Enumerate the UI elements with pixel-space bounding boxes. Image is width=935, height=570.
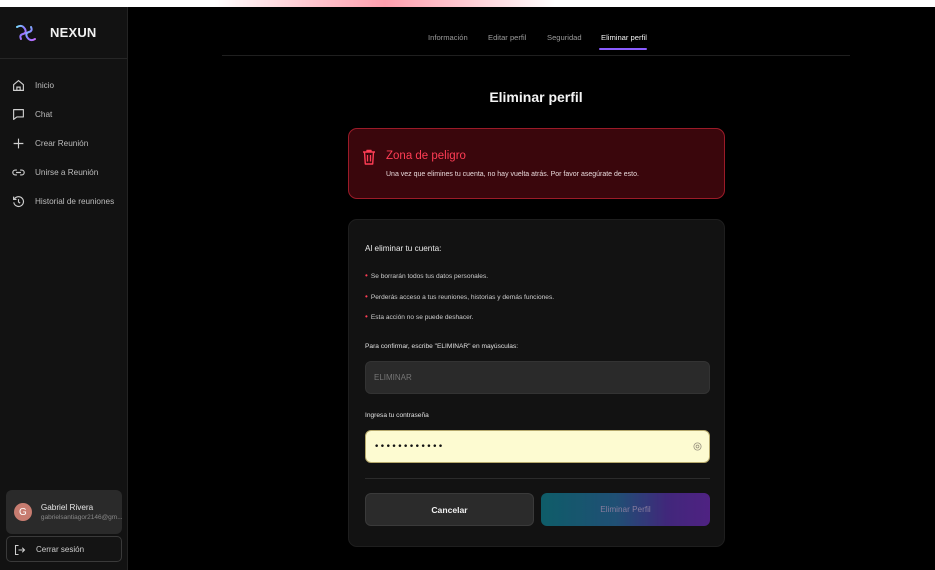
user-email: gabrielsantiagor2146@gm... (40, 514, 122, 521)
bullet-dot-icon: • (365, 271, 368, 280)
delete-profile-button[interactable]: Eliminar Perfil (541, 493, 710, 526)
list-item: • Perderás acceso a tus reuniones, histor… (365, 292, 554, 301)
sidebar-item-label: Chat (35, 110, 53, 119)
consequences-heading: Al eliminar tu cuenta: (365, 244, 442, 253)
user-info: Gabriel Rivera gabrielsantiagor2146@gm..… (41, 503, 122, 521)
tab-editar-perfil[interactable]: Editar perfil (488, 33, 526, 42)
password-input[interactable]: •••••••••••• (365, 430, 710, 463)
user-name: Gabriel Rivera (40, 503, 94, 512)
sidebar-item-unirse-reunion[interactable]: Unirse a Reunión (0, 158, 127, 187)
logout-icon (14, 543, 26, 556)
sidebar-item-crear-reunion[interactable]: Crear Reunión (0, 129, 127, 158)
danger-title: Zona de peligro (386, 150, 466, 162)
browser-top-strip (0, 0, 935, 7)
link-icon (11, 166, 25, 180)
eye-icon[interactable] (693, 442, 702, 451)
page-title: Eliminar perfil (489, 89, 583, 105)
bullet-dot-icon: • (365, 292, 368, 301)
danger-zone: Zona de peligro Una vez que elimines tu … (348, 128, 725, 199)
sidebar-nav: Inicio Chat Crear Reunión Unirse a Reuni… (0, 59, 127, 216)
confirm-input[interactable] (365, 361, 710, 394)
sidebar-item-historial[interactable]: Historial de reuniones (0, 187, 127, 216)
sidebar-item-label: Unirse a Reunión (35, 168, 99, 177)
history-icon (11, 195, 25, 209)
avatar: G (14, 503, 32, 521)
cancel-button[interactable]: Cancelar (365, 493, 534, 526)
nexun-logo-icon (16, 24, 36, 41)
list-item: • Se borrarán todos tus datos personales. (365, 271, 488, 280)
bullet-text: Esta acción no se puede deshacer. (370, 314, 474, 321)
logout-button[interactable]: Cerrar sesión (6, 536, 122, 562)
tab-seguridad[interactable]: Seguridad (547, 33, 582, 42)
brand-name: NEXUN (50, 25, 97, 40)
tab-eliminar-perfil[interactable]: Eliminar perfil (601, 33, 647, 42)
danger-text: Una vez que elimines tu cuenta, no hay v… (386, 171, 639, 178)
top-glow (215, 0, 555, 7)
confirm-label: Para confirmar, escribe "ELIMINAR" en ma… (365, 343, 519, 350)
brand[interactable]: NEXUN (0, 7, 127, 59)
bullet-text: Perderás acceso a tus reuniones, histori… (370, 294, 555, 301)
logout-label: Cerrar sesión (36, 544, 85, 554)
divider (365, 478, 710, 479)
password-label: Ingresa tu contraseña (365, 412, 429, 419)
profile-tabs: Información Editar perfil Seguridad Elim… (222, 7, 850, 56)
chat-icon (11, 108, 25, 122)
list-item: • Esta acción no se puede deshacer. (365, 312, 473, 321)
sidebar-item-label: Historial de reuniones (35, 197, 115, 206)
user-card[interactable]: G Gabriel Rivera gabrielsantiagor2146@gm… (6, 490, 122, 534)
delete-form-card: Al eliminar tu cuenta: • Se borrarán todo… (348, 219, 725, 547)
sidebar-item-label: Crear Reunión (35, 139, 89, 148)
plus-icon (11, 137, 25, 151)
bullet-text: Se borrarán todos tus datos personales. (370, 273, 489, 280)
tab-informacion[interactable]: Información (428, 33, 468, 42)
trash-icon (363, 149, 375, 165)
bullet-dot-icon: • (365, 312, 368, 321)
active-tab-indicator (599, 48, 647, 50)
